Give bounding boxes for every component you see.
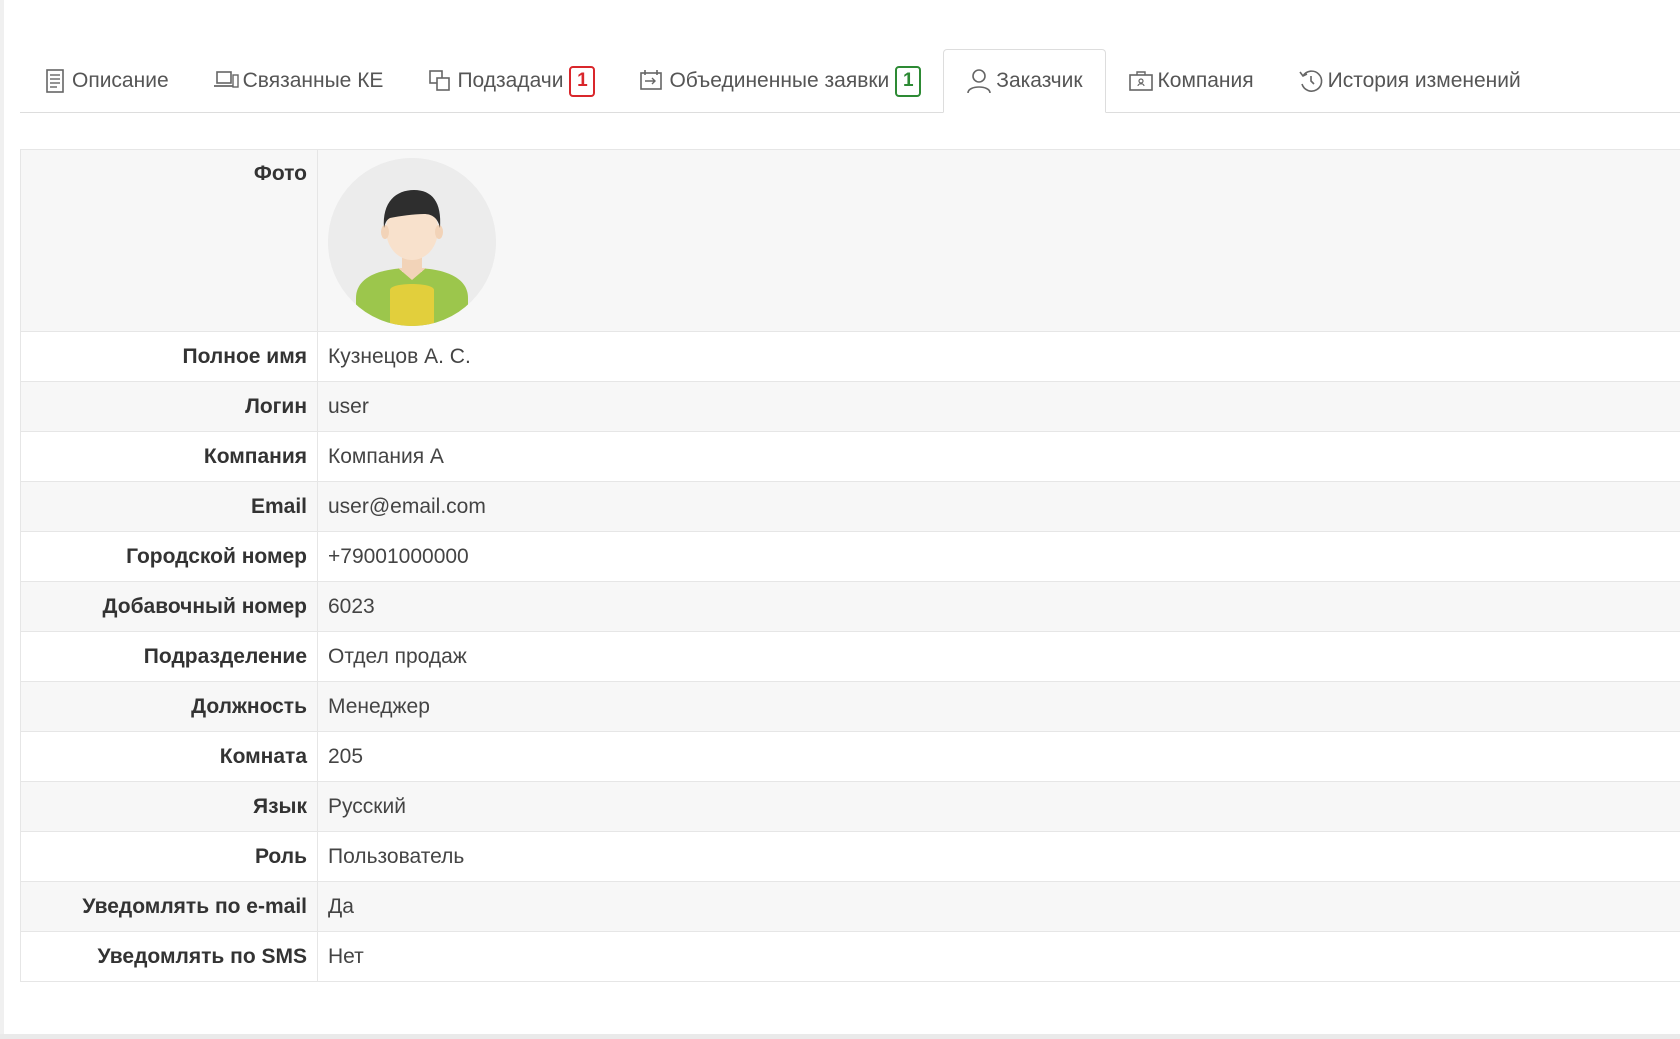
field-value: Менеджер	[328, 694, 430, 718]
field-value: Пользователь	[328, 844, 465, 868]
field-label: Городской номер	[21, 532, 318, 581]
company-icon	[1128, 68, 1154, 94]
merged-count-badge: 1	[895, 65, 922, 97]
customer-info-table: Фото Полное имя Кузнецов А. С. Логин use…	[20, 149, 1680, 982]
tab-label: Подзадачи	[457, 69, 564, 92]
field-value: +79001000000	[328, 544, 469, 568]
field-label: Роль	[21, 832, 318, 881]
field-label: Комната	[21, 732, 318, 781]
field-label: Компания	[21, 432, 318, 481]
tab-label: Заказчик	[996, 69, 1083, 92]
field-label: Подразделение	[21, 632, 318, 681]
history-icon	[1298, 68, 1324, 94]
frame-edge	[0, 1034, 1680, 1039]
table-row: Логин user	[21, 382, 1680, 432]
field-value: Да	[328, 894, 354, 918]
document-icon	[42, 68, 68, 94]
field-value: Русский	[328, 794, 406, 818]
table-row: Email user@email.com	[21, 482, 1680, 532]
field-label: Уведомлять по e-mail	[21, 882, 318, 931]
field-value: Компания А	[328, 444, 444, 468]
field-value: Кузнецов А. С.	[328, 344, 471, 368]
tab-subtasks[interactable]: Подзадачи 1	[405, 50, 617, 112]
field-value: user@email.com	[328, 494, 486, 518]
field-label: Фото	[21, 150, 318, 331]
field-value: user	[328, 394, 369, 418]
field-label: Должность	[21, 682, 318, 731]
subtasks-count-badge: 1	[569, 65, 596, 97]
table-row: Уведомлять по SMS Нет	[21, 932, 1680, 982]
field-value: 6023	[328, 594, 375, 618]
photo-row: Фото	[21, 150, 1680, 332]
field-value: Отдел продаж	[328, 644, 467, 668]
page-frame: Описание Связанные КЕ Подзадачи 1 Объеди…	[0, 0, 1680, 1039]
avatar	[328, 158, 496, 326]
field-label: Язык	[21, 782, 318, 831]
user-icon	[966, 68, 992, 94]
field-label: Добавочный номер	[21, 582, 318, 631]
tab-label: Компания	[1157, 69, 1254, 92]
field-label: Полное имя	[21, 332, 318, 381]
field-label: Email	[21, 482, 318, 531]
field-label: Уведомлять по SMS	[21, 932, 318, 981]
tab-label: Связанные КЕ	[242, 69, 384, 92]
table-row: Уведомлять по e-mail Да	[21, 882, 1680, 932]
table-row: Городской номер +79001000000	[21, 532, 1680, 582]
table-row: Язык Русский	[21, 782, 1680, 832]
subtasks-icon	[427, 68, 453, 94]
table-row: Компания Компания А	[21, 432, 1680, 482]
tab-related-ci[interactable]: Связанные КЕ	[191, 50, 406, 112]
field-value: Нет	[328, 944, 364, 968]
frame-edge	[0, 0, 4, 1039]
tab-merged-requests[interactable]: Объединенные заявки 1	[617, 50, 943, 112]
field-value: 205	[328, 744, 364, 768]
devices-icon	[213, 68, 239, 94]
table-row: Комната 205	[21, 732, 1680, 782]
tab-company[interactable]: Компания	[1106, 50, 1276, 112]
tab-bar: Описание Связанные КЕ Подзадачи 1 Объеди…	[20, 48, 1680, 113]
merge-icon	[639, 68, 665, 94]
tab-description[interactable]: Описание	[20, 50, 191, 112]
table-row: Добавочный номер 6023	[21, 582, 1680, 632]
tab-label: Объединенные заявки	[669, 69, 890, 92]
tab-label: История изменений	[1327, 69, 1521, 92]
table-row: Полное имя Кузнецов А. С.	[21, 332, 1680, 382]
table-row: Должность Менеджер	[21, 682, 1680, 732]
table-row: Подразделение Отдел продаж	[21, 632, 1680, 682]
tab-customer[interactable]: Заказчик	[943, 49, 1106, 113]
field-label: Логин	[21, 382, 318, 431]
table-row: Роль Пользователь	[21, 832, 1680, 882]
tab-label: Описание	[72, 69, 169, 92]
tab-history[interactable]: История изменений	[1276, 50, 1543, 112]
field-value	[318, 150, 1680, 331]
